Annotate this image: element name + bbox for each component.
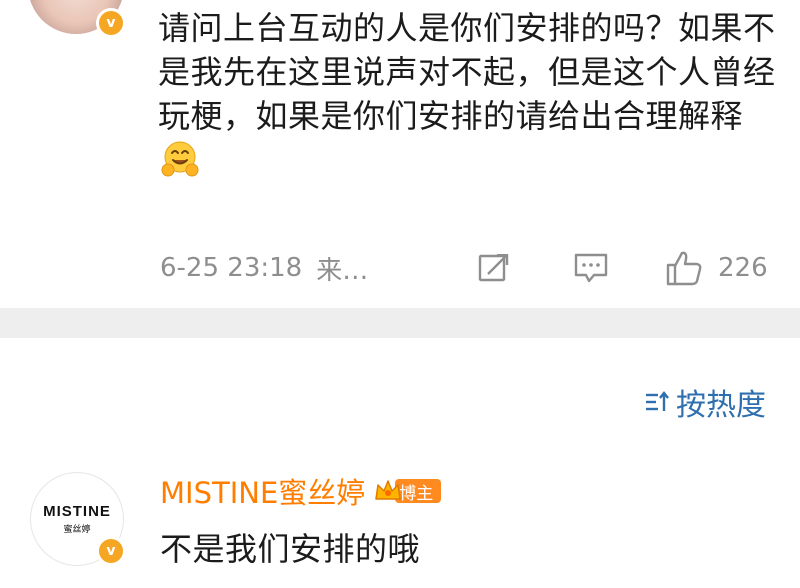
post-text: 请问上台互动的人是你们安排的吗？如果不是我先在这里说声对不起，但是这个人曾经玩梗… (158, 9, 776, 135)
avatar-brand-cn: 蜜丝婷 (63, 525, 91, 535)
post-body: 请问上台互动的人是你们安排的吗？如果不是我先在这里说声对不起，但是这个人曾经玩梗… (158, 6, 778, 182)
section-divider (0, 308, 800, 338)
repost-icon (478, 250, 512, 282)
thumbs-up-icon (666, 251, 702, 286)
post-source[interactable]: 来… (316, 250, 368, 287)
sort-label: 按热度 (676, 388, 766, 423)
sort-icon (646, 391, 669, 411)
reply-author: MISTINE蜜丝婷 博主 (160, 470, 442, 512)
reply-author-name[interactable]: MISTINE蜜丝婷 (160, 470, 365, 512)
like-count: 226 (718, 253, 768, 283)
comment-button[interactable] (572, 250, 610, 286)
crown-icon (375, 480, 402, 500)
verified-badge-icon: v (96, 8, 126, 38)
repost-button[interactable] (476, 250, 512, 286)
post-meta: 6-25 23:18 来… (160, 250, 368, 286)
avatar-brand-en: MISTINE (43, 503, 111, 520)
comment-icon (574, 253, 608, 283)
hugging-face-emoji-icon (160, 139, 200, 179)
verified-badge-icon: v (96, 536, 126, 566)
like-button[interactable]: 226 (664, 250, 768, 286)
host-badge: 博主 (375, 479, 442, 504)
sort-toggle[interactable]: 按热度 (644, 380, 766, 424)
reply-text: 不是我们安排的哦 (160, 530, 421, 568)
host-badge-label: 博主 (399, 483, 434, 504)
post-timestamp: 6-25 23:18 (160, 253, 303, 283)
